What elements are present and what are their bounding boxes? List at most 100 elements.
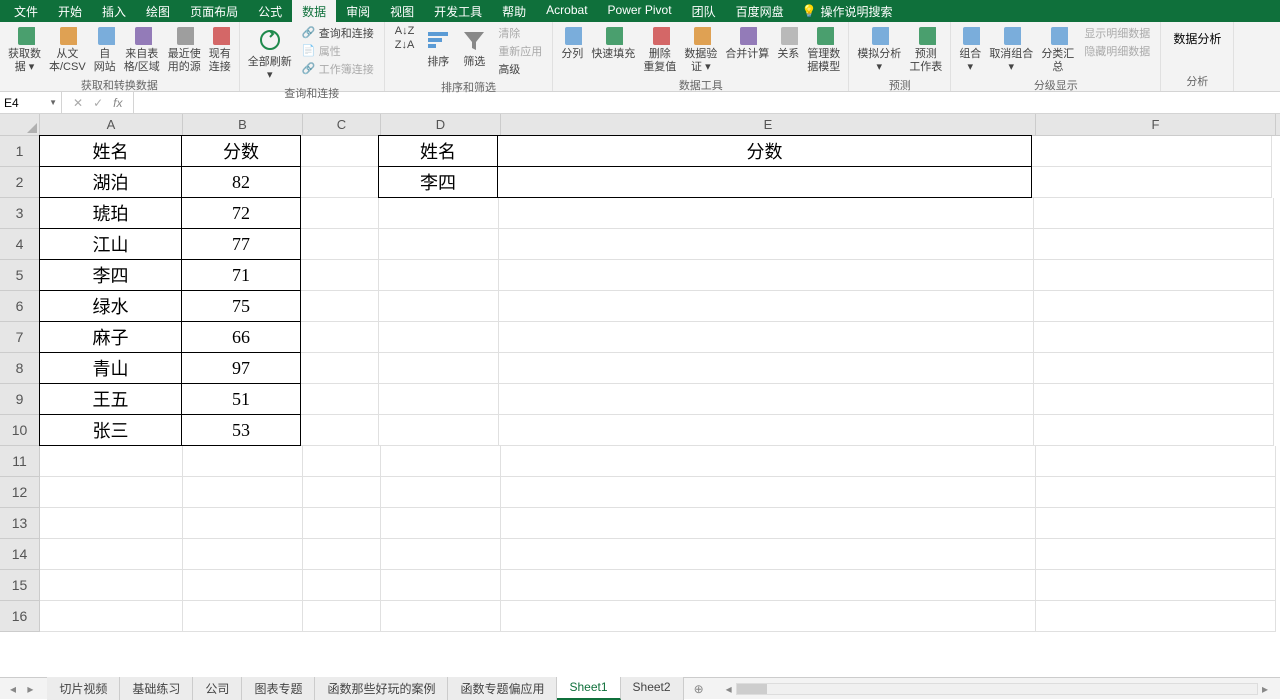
formula-input[interactable] bbox=[134, 92, 1280, 113]
cell[interactable]: 75 bbox=[181, 290, 301, 322]
refresh-all-button[interactable]: 全部刷新 ▾ bbox=[244, 24, 296, 84]
menu-tab[interactable]: 开始 bbox=[48, 0, 92, 23]
cell[interactable] bbox=[40, 570, 183, 601]
row-header[interactable]: 15 bbox=[0, 570, 39, 601]
ribbon-button[interactable]: 从文 本/CSV bbox=[45, 24, 90, 76]
cell[interactable]: 51 bbox=[181, 383, 301, 415]
cell[interactable] bbox=[501, 539, 1036, 570]
cell[interactable] bbox=[499, 384, 1034, 415]
cell[interactable] bbox=[499, 229, 1034, 260]
sheet-tab[interactable]: 切片视频 bbox=[47, 677, 120, 700]
cell[interactable] bbox=[379, 291, 499, 322]
sheet-tab[interactable]: Sheet1 bbox=[557, 677, 620, 700]
cell[interactable] bbox=[1034, 198, 1274, 229]
cell[interactable] bbox=[379, 353, 499, 384]
cell[interactable]: 姓名 bbox=[378, 135, 498, 167]
ribbon-button[interactable]: 数据验 证 ▾ bbox=[680, 24, 721, 76]
ribbon-button[interactable]: 分列 bbox=[557, 24, 587, 63]
select-all-corner[interactable] bbox=[0, 114, 40, 136]
cell[interactable] bbox=[303, 601, 381, 632]
cell[interactable]: 72 bbox=[181, 197, 301, 229]
ribbon-button[interactable]: 自 网站 bbox=[90, 24, 120, 76]
cell[interactable]: 分数 bbox=[181, 135, 301, 167]
ribbon-button[interactable]: 模拟分析 ▾ bbox=[853, 24, 905, 76]
menu-tab[interactable]: 文件 bbox=[4, 0, 48, 23]
cell[interactable]: 66 bbox=[181, 321, 301, 353]
sheet-nav-buttons[interactable]: ◂ ▸ bbox=[0, 682, 47, 696]
cell[interactable] bbox=[301, 353, 379, 384]
cell[interactable] bbox=[1036, 570, 1276, 601]
cell[interactable]: 麻子 bbox=[39, 321, 182, 353]
ribbon-button[interactable]: 最近使 用的源 bbox=[164, 24, 205, 76]
menu-tab[interactable]: 帮助 bbox=[492, 0, 536, 23]
name-box[interactable]: E4 ▼ bbox=[0, 92, 62, 113]
ribbon-button[interactable]: 关系 bbox=[773, 24, 803, 63]
cell[interactable] bbox=[303, 570, 381, 601]
menu-tab[interactable]: 视图 bbox=[380, 0, 424, 23]
cell[interactable] bbox=[499, 322, 1034, 353]
cell[interactable]: 李四 bbox=[39, 259, 182, 291]
cell[interactable] bbox=[1036, 477, 1276, 508]
cell[interactable] bbox=[1032, 167, 1272, 198]
cell[interactable] bbox=[381, 477, 501, 508]
sheet-tab[interactable]: 函数那些好玩的案例 bbox=[315, 677, 448, 700]
column-header[interactable]: F bbox=[1036, 114, 1276, 135]
cell[interactable]: 江山 bbox=[39, 228, 182, 260]
ribbon-button[interactable]: 组合 ▾ bbox=[955, 24, 985, 76]
cell[interactable] bbox=[501, 570, 1036, 601]
cell[interactable] bbox=[1034, 322, 1274, 353]
cell[interactable] bbox=[1034, 415, 1274, 446]
add-sheet-button[interactable]: ⊕ bbox=[684, 682, 714, 696]
cell[interactable]: 71 bbox=[181, 259, 301, 291]
cell[interactable] bbox=[183, 446, 303, 477]
ribbon-button[interactable]: 删除 重复值 bbox=[639, 24, 680, 76]
row-header[interactable]: 5 bbox=[0, 260, 39, 291]
cell[interactable] bbox=[379, 415, 499, 446]
cell[interactable]: 王五 bbox=[39, 383, 182, 415]
cell[interactable] bbox=[303, 539, 381, 570]
cell[interactable] bbox=[379, 229, 499, 260]
menu-tab[interactable]: 绘图 bbox=[136, 0, 180, 23]
row-header[interactable]: 13 bbox=[0, 508, 39, 539]
column-header[interactable]: B bbox=[183, 114, 303, 135]
cell[interactable] bbox=[301, 291, 379, 322]
queries-connections-button[interactable]: 🔗查询和连接 bbox=[296, 24, 380, 42]
sheet-tab[interactable]: 图表专题 bbox=[242, 677, 315, 700]
cell[interactable]: 82 bbox=[181, 166, 301, 198]
cell[interactable] bbox=[1036, 508, 1276, 539]
scroll-left-icon[interactable]: ◂ bbox=[722, 682, 736, 696]
cell[interactable] bbox=[499, 291, 1034, 322]
cell[interactable] bbox=[183, 508, 303, 539]
row-header[interactable]: 16 bbox=[0, 601, 39, 632]
menu-tab[interactable]: 数据 bbox=[292, 0, 336, 23]
sheet-tab[interactable]: 基础练习 bbox=[120, 677, 193, 700]
row-header[interactable]: 14 bbox=[0, 539, 39, 570]
cell[interactable] bbox=[301, 384, 379, 415]
sort-desc-button[interactable]: Z↓A bbox=[389, 38, 421, 52]
cell[interactable]: 分数 bbox=[497, 135, 1032, 167]
menu-tab[interactable]: 团队 bbox=[682, 0, 726, 23]
cell[interactable] bbox=[499, 260, 1034, 291]
menu-tab[interactable]: 开发工具 bbox=[424, 0, 492, 23]
cell[interactable] bbox=[381, 539, 501, 570]
cell[interactable] bbox=[183, 477, 303, 508]
row-header[interactable]: 9 bbox=[0, 384, 39, 415]
cell[interactable] bbox=[379, 322, 499, 353]
cell[interactable] bbox=[497, 166, 1032, 198]
cell[interactable] bbox=[501, 477, 1036, 508]
menu-tab[interactable]: 插入 bbox=[92, 0, 136, 23]
cell[interactable] bbox=[303, 446, 381, 477]
cell[interactable] bbox=[1034, 384, 1274, 415]
cell[interactable]: 张三 bbox=[39, 414, 182, 446]
cell[interactable] bbox=[183, 570, 303, 601]
cell[interactable] bbox=[379, 198, 499, 229]
cell[interactable] bbox=[301, 322, 379, 353]
column-header[interactable]: C bbox=[303, 114, 381, 135]
cell[interactable] bbox=[1036, 539, 1276, 570]
cell[interactable]: 琥珀 bbox=[39, 197, 182, 229]
tell-me-search[interactable]: 💡 操作说明搜索 bbox=[802, 3, 893, 20]
cell[interactable]: 青山 bbox=[39, 352, 182, 384]
cell[interactable] bbox=[301, 229, 379, 260]
cell[interactable] bbox=[1036, 446, 1276, 477]
cell[interactable] bbox=[301, 198, 379, 229]
